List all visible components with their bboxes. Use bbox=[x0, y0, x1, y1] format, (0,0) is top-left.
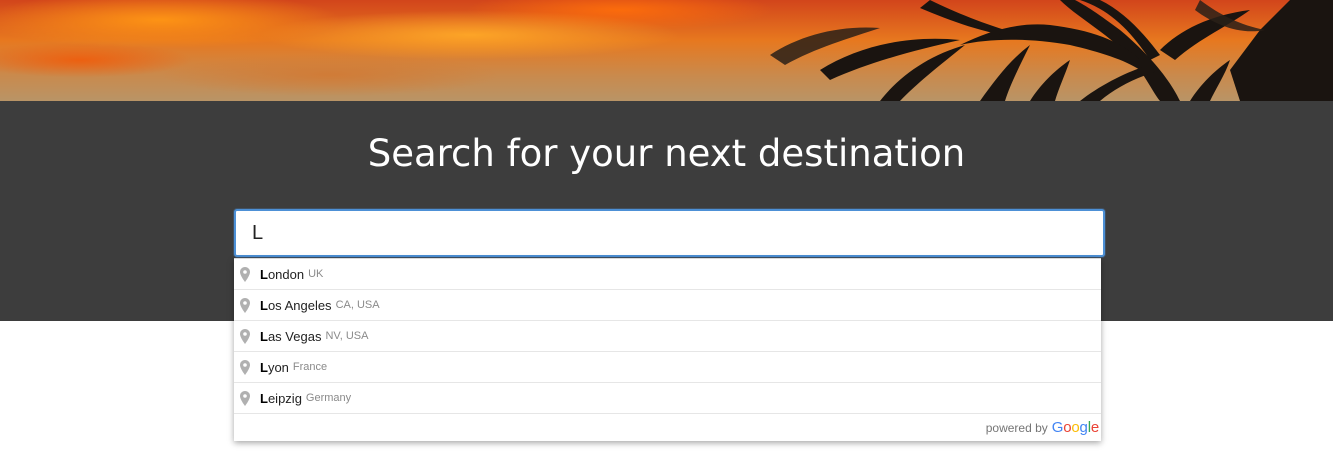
suggestion-lyon[interactable]: Lyon France bbox=[234, 352, 1101, 383]
google-logo-letter: G bbox=[1051, 419, 1064, 436]
palm-tree-silhouette bbox=[770, 0, 1333, 101]
suggestion-secondary-text: Germany bbox=[305, 392, 352, 404]
map-pin-icon bbox=[240, 298, 250, 313]
suggestion-main-text: ondon bbox=[267, 266, 305, 282]
suggestion-las-vegas[interactable]: Las Vegas NV, USA bbox=[234, 321, 1101, 352]
destination-search-input[interactable] bbox=[234, 209, 1105, 257]
google-logo-letter: g bbox=[1079, 419, 1088, 436]
google-logo-letter: e bbox=[1090, 419, 1099, 436]
page-title: Search for your next destination bbox=[367, 132, 966, 175]
suggestion-main-text: yon bbox=[267, 359, 289, 375]
suggestion-los-angeles[interactable]: Los Angeles CA, USA bbox=[234, 290, 1101, 321]
suggestion-match-text: L bbox=[260, 328, 268, 344]
suggestion-secondary-text: France bbox=[292, 361, 328, 373]
suggestion-main-text: eipzig bbox=[267, 390, 302, 406]
page: Search for your next destination London … bbox=[0, 0, 1333, 470]
powered-by-label: powered by bbox=[985, 420, 1048, 435]
hero-banner-image bbox=[0, 0, 1333, 101]
suggestion-secondary-text: CA, USA bbox=[335, 299, 380, 311]
map-pin-icon bbox=[240, 360, 250, 375]
suggestion-match-text: L bbox=[260, 266, 268, 282]
suggestion-match-text: L bbox=[260, 390, 268, 406]
suggestion-london[interactable]: London UK bbox=[234, 259, 1101, 290]
suggestion-main-text: as Vegas bbox=[267, 328, 322, 344]
suggestion-secondary-text: UK bbox=[308, 268, 324, 280]
map-pin-icon bbox=[240, 267, 250, 282]
google-logo: Google bbox=[1052, 419, 1099, 436]
powered-by-google-footer: powered by Google bbox=[234, 414, 1101, 441]
suggestion-match-text: L bbox=[260, 297, 268, 313]
suggestion-match-text: L bbox=[260, 359, 268, 375]
suggestion-leipzig[interactable]: Leipzig Germany bbox=[234, 383, 1101, 414]
suggestion-main-text: os Angeles bbox=[267, 297, 332, 313]
map-pin-icon bbox=[240, 391, 250, 406]
autocomplete-dropdown: London UK Los Angeles CA, USA Las Vegas … bbox=[234, 258, 1101, 441]
google-logo-letter: o bbox=[1071, 419, 1080, 436]
suggestion-secondary-text: NV, USA bbox=[325, 330, 369, 342]
map-pin-icon bbox=[240, 329, 250, 344]
